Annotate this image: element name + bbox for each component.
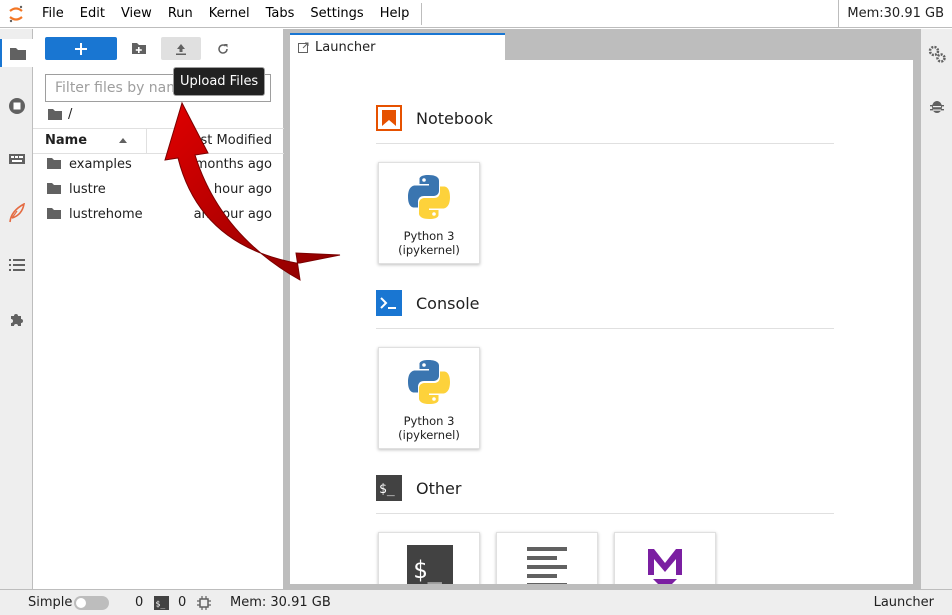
upload-icon	[176, 43, 186, 55]
new-folder-icon	[132, 43, 146, 54]
breadcrumb: /	[48, 106, 72, 122]
menu-run[interactable]: Run	[160, 0, 201, 28]
upload-files-button[interactable]	[161, 37, 201, 60]
terminal-section-icon: $_	[376, 475, 402, 501]
cpu-chip-icon	[197, 596, 211, 610]
section-header: $_ Other	[376, 474, 461, 502]
folder-icon	[47, 183, 61, 194]
new-folder-button[interactable]	[119, 37, 159, 60]
annotation-arrow-icon	[164, 101, 341, 281]
commands-icon[interactable]	[0, 145, 33, 173]
svg-text:$_: $_	[156, 600, 166, 609]
text-file-icon	[527, 547, 567, 584]
console-icon	[376, 290, 402, 316]
extension-manager-icon[interactable]	[0, 305, 33, 333]
launcher-panel: Notebook Python 3 (ipykernel) Console Py…	[290, 60, 913, 584]
memory-usage: Mem: 30.91 GB	[230, 595, 331, 610]
launcher-card-text-file[interactable]	[496, 532, 598, 584]
folder-icon[interactable]	[48, 108, 62, 120]
terminal-icon: $_	[407, 545, 453, 584]
upload-files-tooltip: Upload Files	[173, 67, 266, 96]
extension-feather-icon[interactable]	[0, 199, 33, 227]
menu-settings[interactable]: Settings	[302, 0, 371, 28]
file-browser-tab-icon[interactable]	[0, 39, 33, 67]
terminal-status-icon[interactable]: $_	[154, 596, 169, 610]
section-divider	[376, 328, 834, 329]
current-activity: Launcher	[873, 595, 934, 610]
main-dock-area: Launcher Notebook Python 3 (ipykernel) C…	[284, 29, 920, 589]
launcher-tab-icon	[298, 42, 309, 53]
column-name-header[interactable]: Name	[45, 129, 145, 153]
card-label: Python 3 (ipykernel)	[398, 229, 460, 257]
section-divider	[376, 143, 834, 144]
launcher-card-terminal[interactable]: $_	[378, 532, 480, 584]
jupyter-logo-icon	[0, 0, 32, 28]
menu-edit[interactable]: Edit	[72, 0, 113, 28]
section-title: Console	[416, 293, 480, 313]
status-bar: Simple 0 $_ 0 Mem: 30.91 GB Launcher	[0, 589, 952, 615]
folder-icon	[47, 208, 61, 219]
launcher-card-markdown-file[interactable]	[614, 532, 716, 584]
refresh-icon	[218, 43, 228, 54]
launcher-card-python3-notebook[interactable]: Python 3 (ipykernel)	[378, 162, 480, 264]
tab-launcher[interactable]: Launcher	[290, 33, 505, 60]
table-of-contents-icon[interactable]	[0, 251, 33, 279]
section-divider	[376, 513, 834, 514]
menu-bar: File Edit View Run Kernel Tabs Settings …	[0, 0, 952, 28]
launcher-card-python3-console[interactable]: Python 3 (ipykernel)	[378, 347, 480, 449]
section-title: Notebook	[416, 108, 493, 128]
right-sidebar	[920, 29, 952, 589]
menu-file[interactable]: File	[34, 0, 72, 28]
column-divider[interactable]	[146, 129, 147, 153]
folder-icon	[47, 158, 61, 169]
menu-divider	[421, 2, 423, 25]
debugger-bug-icon[interactable]	[921, 92, 952, 120]
svg-text:$_: $_	[379, 482, 395, 497]
left-sidebar	[0, 29, 33, 589]
python-logo-icon	[408, 360, 450, 404]
section-header: Console	[376, 289, 480, 317]
notebook-icon	[376, 105, 402, 131]
simple-mode-toggle[interactable]	[74, 596, 109, 610]
card-label: Python 3 (ipykernel)	[398, 414, 460, 442]
terminals-count[interactable]: 0	[178, 590, 186, 615]
file-name: examples	[69, 157, 132, 172]
memory-indicator: Mem:30.91 GB	[838, 0, 952, 28]
new-launcher-button[interactable]	[45, 37, 117, 60]
menu-help[interactable]: Help	[372, 0, 418, 28]
property-inspector-icon[interactable]	[921, 40, 952, 68]
running-sessions-icon[interactable]	[0, 92, 33, 120]
markdown-icon	[648, 549, 682, 584]
menu-tabs[interactable]: Tabs	[258, 0, 303, 28]
menu-view[interactable]: View	[113, 0, 160, 28]
simple-mode-label: Simple	[28, 595, 73, 610]
tab-label: Launcher	[315, 40, 376, 55]
svg-text:$_: $_	[413, 556, 442, 584]
refresh-button[interactable]	[203, 37, 243, 60]
sort-ascending-icon	[119, 138, 127, 143]
kernels-count[interactable]: 0	[135, 590, 143, 615]
section-title: Other	[416, 478, 462, 498]
menu-kernel[interactable]: Kernel	[201, 0, 258, 28]
breadcrumb-root[interactable]: /	[68, 107, 72, 122]
file-name: lustre	[69, 182, 106, 197]
section-header: Notebook	[376, 104, 493, 132]
plus-icon	[75, 42, 87, 55]
python-logo-icon	[408, 175, 450, 219]
file-name: lustrehome	[69, 207, 143, 222]
